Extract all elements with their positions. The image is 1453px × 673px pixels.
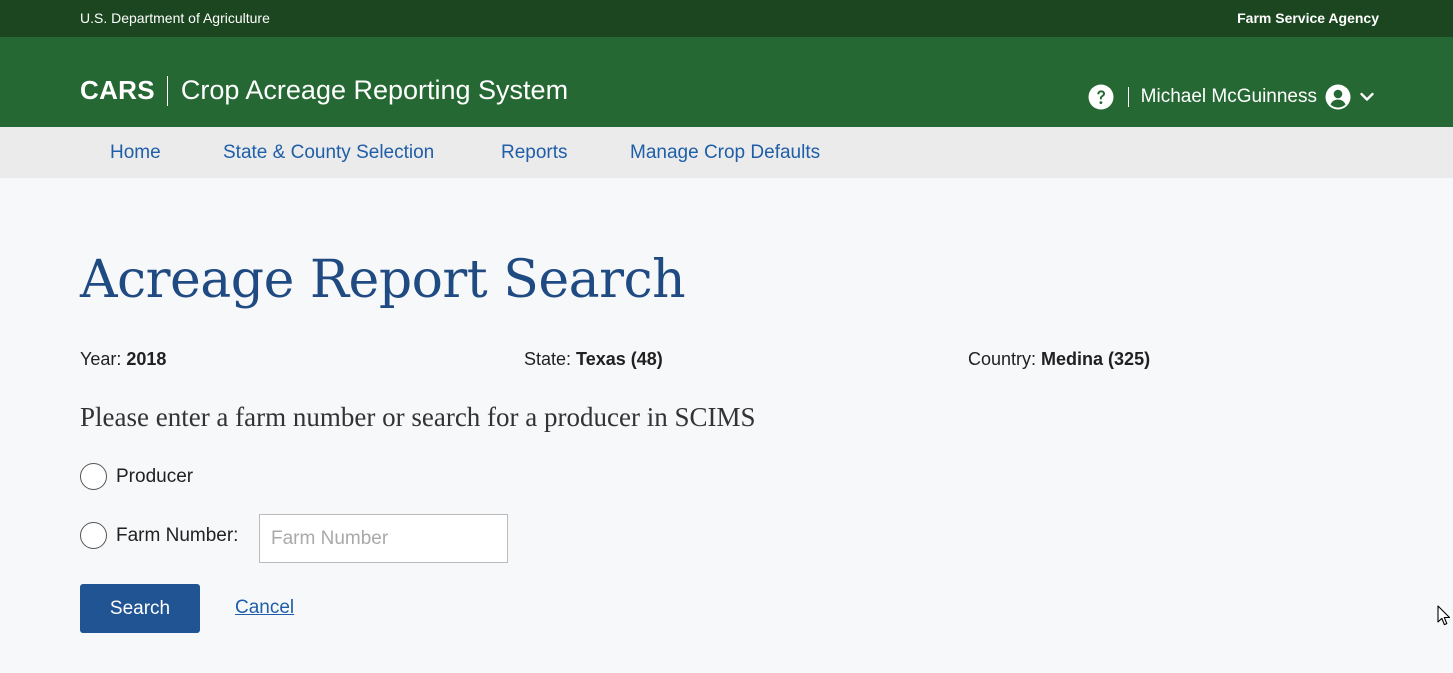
app-header: CARS Crop Acreage Reporting System Micha… <box>0 37 1453 127</box>
app-abbreviation: CARS <box>80 75 155 105</box>
chevron-down-icon[interactable] <box>1359 89 1375 105</box>
user-name[interactable]: Michael McGuinness <box>1141 86 1317 108</box>
nav-item-state-county-selection[interactable]: State & County Selection <box>223 142 434 164</box>
usda-top-bar: U.S. Department of Agriculture Farm Serv… <box>0 0 1453 37</box>
farm-number-radio-label[interactable]: Farm Number: <box>116 525 238 547</box>
county-value: Medina (325) <box>1041 349 1151 369</box>
producer-option[interactable]: Producer <box>80 463 193 490</box>
nav-item-home[interactable]: Home <box>110 142 161 164</box>
producer-radio-label[interactable]: Producer <box>116 466 193 488</box>
mouse-cursor-icon <box>1437 605 1451 626</box>
farm-number-radio[interactable] <box>80 522 107 549</box>
county-info: Country: Medina (325) <box>968 349 1150 370</box>
state-value: Texas (48) <box>576 349 663 369</box>
search-button[interactable]: Search <box>80 584 200 633</box>
state-info: State: Texas (48) <box>524 349 663 370</box>
year-info: Year: 2018 <box>80 349 166 370</box>
app-full-name: Crop Acreage Reporting System <box>180 75 569 105</box>
user-circle-icon[interactable] <box>1325 84 1351 110</box>
question-circle-icon[interactable] <box>1088 84 1114 110</box>
page-title: Acreage Report Search <box>80 250 686 310</box>
department-name: U.S. Department of Agriculture <box>80 10 270 26</box>
year-label: Year: <box>80 349 122 369</box>
user-divider <box>1127 87 1129 107</box>
cancel-link[interactable]: Cancel <box>235 597 294 619</box>
year-value: 2018 <box>126 349 167 369</box>
county-label: Country: <box>968 349 1037 369</box>
farm-number-input[interactable] <box>259 514 508 563</box>
user-menu: Michael McGuinness <box>1088 84 1375 110</box>
state-label: State: <box>524 349 572 369</box>
app-brand[interactable]: CARS Crop Acreage Reporting System <box>80 75 568 106</box>
nav-item-manage-crop-defaults[interactable]: Manage Crop Defaults <box>630 142 820 164</box>
farm-number-option[interactable]: Farm Number: <box>80 522 238 549</box>
nav-item-reports[interactable]: Reports <box>501 142 568 164</box>
brand-divider <box>166 75 168 106</box>
search-instructions: Please enter a farm number or search for… <box>80 402 756 432</box>
producer-radio[interactable] <box>80 463 107 490</box>
main-navigation: Home State & County Selection Reports Ma… <box>0 127 1453 178</box>
agency-name: Farm Service Agency <box>1237 10 1379 26</box>
